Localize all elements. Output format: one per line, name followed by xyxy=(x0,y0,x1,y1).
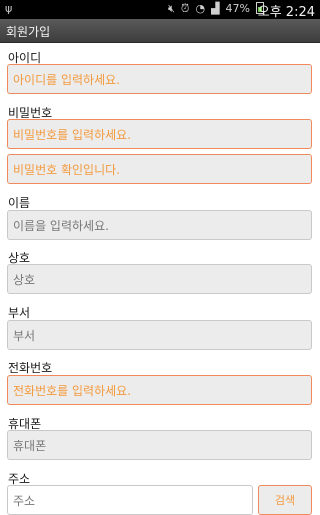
alarm-icon: ⏰︎ xyxy=(180,2,190,15)
address-search-button[interactable]: 검색 xyxy=(258,485,312,515)
page-title: 회원가입 xyxy=(6,25,51,39)
department-label: 부서 xyxy=(8,306,31,320)
mobile-input[interactable]: 휴대폰 xyxy=(7,430,312,460)
address-input[interactable]: 주소 xyxy=(7,485,253,515)
wifi-icon: ◔ xyxy=(195,2,206,15)
usb-icon: ψ xyxy=(5,2,13,15)
department-input[interactable]: 부서 xyxy=(7,320,312,350)
title-bar: 회원가입 xyxy=(0,19,320,43)
password-confirm-input[interactable]: 비밀번호 확인입니다. xyxy=(7,154,312,184)
signal-icon: ▟ xyxy=(211,2,220,15)
password-input[interactable]: 비밀번호를 입력하세요. xyxy=(7,119,312,149)
clock: 오후 2:24 xyxy=(257,5,315,20)
mute-icon: 🔇︎ xyxy=(167,2,175,15)
name-label: 이름 xyxy=(8,196,31,210)
phone-input[interactable]: 전화번호를 입력하세요. xyxy=(7,375,312,405)
phone-label: 전화번호 xyxy=(8,361,53,375)
status-bar: ψ 🔇︎ ⏰︎ ◔ ▟ 47% 오후 2:24 xyxy=(0,0,320,20)
id-input[interactable]: 아이디를 입력하세요. xyxy=(7,64,312,94)
company-input[interactable]: 상호 xyxy=(7,264,312,294)
battery-percent: 47% xyxy=(225,2,250,15)
name-input[interactable]: 이름을 입력하세요. xyxy=(7,210,312,240)
